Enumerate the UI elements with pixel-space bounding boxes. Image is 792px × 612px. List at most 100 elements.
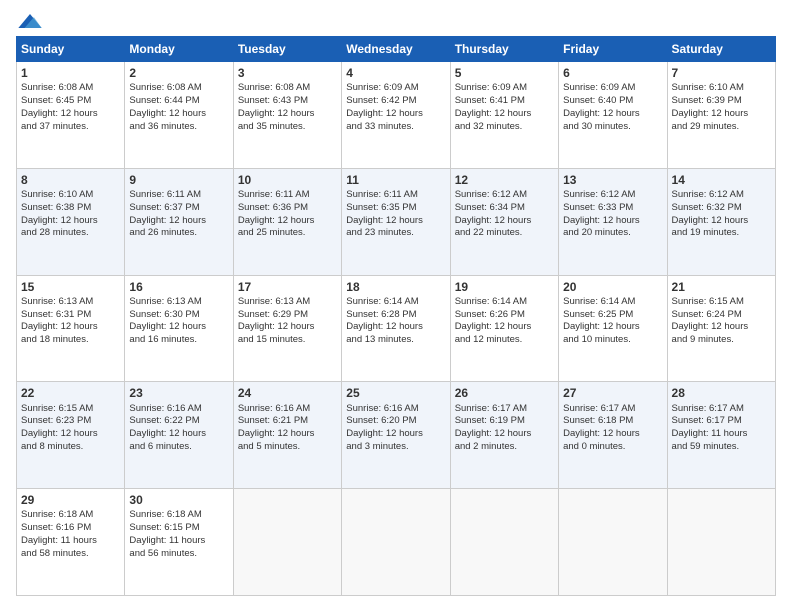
day-number: 9 bbox=[129, 172, 228, 188]
day-info: and 29 minutes. bbox=[672, 121, 771, 134]
day-info: Daylight: 12 hours bbox=[672, 321, 771, 334]
calendar-cell: 14Sunrise: 6:12 AMSunset: 6:32 PMDayligh… bbox=[667, 168, 775, 275]
calendar-header-row: SundayMondayTuesdayWednesdayThursdayFrid… bbox=[17, 37, 776, 62]
day-info: Sunrise: 6:08 AM bbox=[129, 82, 228, 95]
day-info: Sunset: 6:37 PM bbox=[129, 202, 228, 215]
day-info: and 12 minutes. bbox=[455, 334, 554, 347]
day-info: Daylight: 11 hours bbox=[672, 428, 771, 441]
calendar-cell: 6Sunrise: 6:09 AMSunset: 6:40 PMDaylight… bbox=[559, 62, 667, 169]
day-info: Sunrise: 6:15 AM bbox=[672, 296, 771, 309]
day-info: Sunrise: 6:12 AM bbox=[455, 189, 554, 202]
page: SundayMondayTuesdayWednesdayThursdayFrid… bbox=[0, 0, 792, 612]
day-number: 15 bbox=[21, 279, 120, 295]
day-info: Sunset: 6:35 PM bbox=[346, 202, 445, 215]
day-info: Sunset: 6:17 PM bbox=[672, 415, 771, 428]
col-header-tuesday: Tuesday bbox=[233, 37, 341, 62]
calendar-cell: 16Sunrise: 6:13 AMSunset: 6:30 PMDayligh… bbox=[125, 275, 233, 382]
day-info: and 6 minutes. bbox=[129, 441, 228, 454]
day-info: and 9 minutes. bbox=[672, 334, 771, 347]
day-number: 20 bbox=[563, 279, 662, 295]
day-info: Sunrise: 6:11 AM bbox=[129, 189, 228, 202]
day-number: 8 bbox=[21, 172, 120, 188]
week-row: 22Sunrise: 6:15 AMSunset: 6:23 PMDayligh… bbox=[17, 382, 776, 489]
calendar-cell bbox=[450, 489, 558, 596]
day-info: Sunset: 6:22 PM bbox=[129, 415, 228, 428]
week-row: 15Sunrise: 6:13 AMSunset: 6:31 PMDayligh… bbox=[17, 275, 776, 382]
day-info: and 13 minutes. bbox=[346, 334, 445, 347]
day-info: Sunrise: 6:09 AM bbox=[346, 82, 445, 95]
calendar-cell: 29Sunrise: 6:18 AMSunset: 6:16 PMDayligh… bbox=[17, 489, 125, 596]
day-info: Daylight: 12 hours bbox=[672, 108, 771, 121]
day-info: and 20 minutes. bbox=[563, 227, 662, 240]
day-info: Daylight: 12 hours bbox=[21, 428, 120, 441]
day-info: Sunrise: 6:18 AM bbox=[21, 509, 120, 522]
day-info: and 28 minutes. bbox=[21, 227, 120, 240]
day-info: Daylight: 12 hours bbox=[238, 321, 337, 334]
day-info: Sunrise: 6:12 AM bbox=[672, 189, 771, 202]
logo-icon bbox=[18, 14, 42, 28]
day-info: Sunrise: 6:08 AM bbox=[238, 82, 337, 95]
day-number: 29 bbox=[21, 492, 120, 508]
day-info: Daylight: 12 hours bbox=[129, 321, 228, 334]
day-number: 4 bbox=[346, 65, 445, 81]
calendar-cell: 15Sunrise: 6:13 AMSunset: 6:31 PMDayligh… bbox=[17, 275, 125, 382]
day-info: Sunrise: 6:08 AM bbox=[21, 82, 120, 95]
day-info: Sunset: 6:39 PM bbox=[672, 95, 771, 108]
day-info: Daylight: 12 hours bbox=[129, 428, 228, 441]
day-info: Sunset: 6:20 PM bbox=[346, 415, 445, 428]
calendar-cell bbox=[559, 489, 667, 596]
day-info: Sunset: 6:15 PM bbox=[129, 522, 228, 535]
day-info: Daylight: 12 hours bbox=[563, 428, 662, 441]
day-info: Daylight: 12 hours bbox=[563, 321, 662, 334]
day-info: Sunrise: 6:10 AM bbox=[672, 82, 771, 95]
day-info: Sunrise: 6:13 AM bbox=[21, 296, 120, 309]
day-info: Daylight: 11 hours bbox=[21, 535, 120, 548]
day-info: Sunset: 6:26 PM bbox=[455, 309, 554, 322]
day-info: Sunrise: 6:17 AM bbox=[672, 403, 771, 416]
calendar-cell: 22Sunrise: 6:15 AMSunset: 6:23 PMDayligh… bbox=[17, 382, 125, 489]
calendar-cell: 3Sunrise: 6:08 AMSunset: 6:43 PMDaylight… bbox=[233, 62, 341, 169]
calendar-cell: 7Sunrise: 6:10 AMSunset: 6:39 PMDaylight… bbox=[667, 62, 775, 169]
day-info: Sunrise: 6:10 AM bbox=[21, 189, 120, 202]
day-info: Sunrise: 6:09 AM bbox=[455, 82, 554, 95]
day-info: and 3 minutes. bbox=[346, 441, 445, 454]
day-info: Sunrise: 6:14 AM bbox=[346, 296, 445, 309]
week-row: 29Sunrise: 6:18 AMSunset: 6:16 PMDayligh… bbox=[17, 489, 776, 596]
calendar-cell: 12Sunrise: 6:12 AMSunset: 6:34 PMDayligh… bbox=[450, 168, 558, 275]
day-number: 23 bbox=[129, 385, 228, 401]
col-header-thursday: Thursday bbox=[450, 37, 558, 62]
day-info: Sunset: 6:16 PM bbox=[21, 522, 120, 535]
calendar-cell bbox=[342, 489, 450, 596]
day-number: 22 bbox=[21, 385, 120, 401]
day-info: Sunset: 6:19 PM bbox=[455, 415, 554, 428]
day-info: and 25 minutes. bbox=[238, 227, 337, 240]
day-info: and 15 minutes. bbox=[238, 334, 337, 347]
day-info: and 32 minutes. bbox=[455, 121, 554, 134]
calendar-cell: 1Sunrise: 6:08 AMSunset: 6:45 PMDaylight… bbox=[17, 62, 125, 169]
day-number: 16 bbox=[129, 279, 228, 295]
day-info: Sunrise: 6:17 AM bbox=[455, 403, 554, 416]
day-number: 5 bbox=[455, 65, 554, 81]
calendar-cell: 9Sunrise: 6:11 AMSunset: 6:37 PMDaylight… bbox=[125, 168, 233, 275]
col-header-wednesday: Wednesday bbox=[342, 37, 450, 62]
day-number: 28 bbox=[672, 385, 771, 401]
day-info: Daylight: 12 hours bbox=[563, 215, 662, 228]
day-info: and 8 minutes. bbox=[21, 441, 120, 454]
day-info: and 5 minutes. bbox=[238, 441, 337, 454]
calendar-cell: 19Sunrise: 6:14 AMSunset: 6:26 PMDayligh… bbox=[450, 275, 558, 382]
day-info: Sunrise: 6:16 AM bbox=[238, 403, 337, 416]
header bbox=[16, 16, 776, 28]
day-info: and 30 minutes. bbox=[563, 121, 662, 134]
calendar-cell: 28 Sunrise: 6:17 AMSunset: 6:17 PMDayligh… bbox=[667, 382, 775, 489]
day-info: Daylight: 12 hours bbox=[346, 321, 445, 334]
col-header-sunday: Sunday bbox=[17, 37, 125, 62]
day-number: 27 bbox=[563, 385, 662, 401]
day-info: Sunrise: 6:14 AM bbox=[563, 296, 662, 309]
day-info: Daylight: 12 hours bbox=[238, 108, 337, 121]
calendar-cell: 23Sunrise: 6:16 AMSunset: 6:22 PMDayligh… bbox=[125, 382, 233, 489]
day-info: Sunset: 6:43 PM bbox=[238, 95, 337, 108]
day-info: Sunset: 6:29 PM bbox=[238, 309, 337, 322]
day-info: Daylight: 11 hours bbox=[129, 535, 228, 548]
calendar-cell: 17Sunrise: 6:13 AMSunset: 6:29 PMDayligh… bbox=[233, 275, 341, 382]
day-number: 11 bbox=[346, 172, 445, 188]
